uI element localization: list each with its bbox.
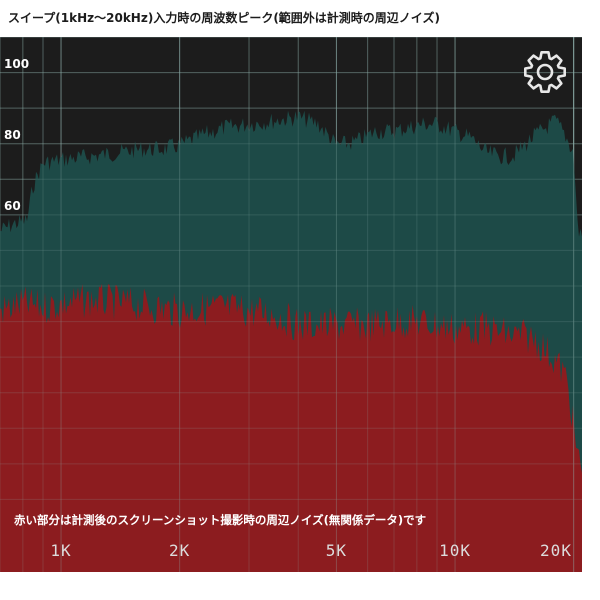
page-title: スイープ(1kHz〜20kHz)入力時の周波数ピーク(範囲外は計測時の周辺ノイズ… xyxy=(8,11,440,25)
spectrum-analyzer: 100 80 60 1K 2K 5K 10K 20K 赤い部分は計測後のスクリーンショット撮… xyxy=(0,37,582,572)
noise-caption: 赤い部分は計測後のスクリーンショット撮影時の周辺ノイズ(無関係データ)です xyxy=(14,513,427,527)
x-tick-label: 2K xyxy=(169,541,191,560)
x-tick-label: 1K xyxy=(50,541,72,560)
gear-icon xyxy=(524,51,566,93)
spectrum-chart xyxy=(0,37,582,572)
y-tick-label: 100 xyxy=(4,56,30,71)
settings-button[interactable] xyxy=(520,47,570,97)
x-tick-label: 5K xyxy=(325,541,348,560)
y-tick-label: 60 xyxy=(4,198,21,213)
x-tick-label: 10K xyxy=(439,541,471,560)
x-tick-label: 20K xyxy=(540,541,572,560)
y-tick-label: 80 xyxy=(4,127,21,142)
chart-series xyxy=(0,110,582,572)
